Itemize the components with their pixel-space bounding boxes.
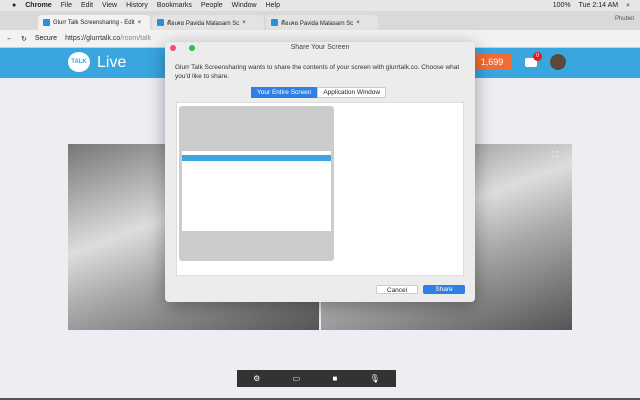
- menu-edit[interactable]: Edit: [81, 2, 93, 9]
- favicon-icon: [157, 19, 164, 26]
- fullscreen-icon[interactable]: ⛶: [552, 150, 558, 160]
- clock[interactable]: Tue 2:14 AM: [579, 2, 618, 10]
- camera-icon[interactable]: ■: [333, 374, 338, 383]
- url-input[interactable]: https://glurrtalk.co/room/talk: [65, 35, 151, 42]
- url-host: https://glurrtalk.co: [65, 35, 121, 42]
- tab-bar: Glurr Talk Screensharing - Edit × คือเคย …: [0, 11, 640, 30]
- microphone-icon[interactable]: 🎙: [370, 374, 380, 383]
- logo[interactable]: TALK: [68, 52, 90, 72]
- share-screen-dialog: Share Your Screen Glurr Talk Screenshari…: [165, 42, 475, 302]
- favicon-icon: [43, 19, 50, 26]
- screen-list: [176, 102, 464, 276]
- secure-label: Secure: [34, 35, 58, 42]
- cancel-button[interactable]: Cancel: [376, 285, 418, 294]
- close-icon[interactable]: ×: [138, 20, 142, 26]
- tab-label: Glurr Talk Screensharing - Edit: [53, 19, 135, 26]
- close-icon[interactable]: ×: [356, 20, 360, 26]
- tab-entire-screen[interactable]: Your Entire Screen: [251, 87, 318, 98]
- notification-badge: 0: [533, 52, 542, 61]
- screen-share-icon[interactable]: ▭: [293, 374, 301, 383]
- coins-badge[interactable]: 1,699: [472, 54, 512, 70]
- reload-icon[interactable]: ↻: [21, 35, 27, 43]
- menu-file[interactable]: File: [61, 2, 72, 9]
- menu-bookmarks[interactable]: Bookmarks: [157, 2, 192, 9]
- tab-label: คือเคย Pavida Malasarn Sc: [167, 20, 240, 27]
- browser-tab[interactable]: คือเคย Pavida Malasarn Sc ×: [266, 15, 378, 30]
- menu-history[interactable]: History: [126, 2, 148, 9]
- search-icon[interactable]: ⌕: [626, 2, 630, 10]
- profile-name[interactable]: Phubet: [615, 16, 634, 22]
- screen-thumbnail[interactable]: [179, 106, 334, 261]
- avatar[interactable]: [550, 54, 566, 70]
- favicon-icon: [271, 19, 278, 26]
- call-toolbar: ⚙ ▭ ■ 🎙: [237, 370, 396, 387]
- browser-tab[interactable]: คือเคย Pavida Malasarn Sc ×: [152, 15, 264, 30]
- battery-status[interactable]: 100%: [553, 2, 571, 10]
- dialog-title: Share Your Screen: [290, 44, 350, 51]
- apple-icon[interactable]: ●: [12, 2, 16, 9]
- mac-menu-bar: ● Chrome File Edit View History Bookmark…: [0, 0, 640, 11]
- gear-icon[interactable]: ⚙: [253, 374, 260, 383]
- menu-view[interactable]: View: [102, 2, 117, 9]
- menu-help[interactable]: Help: [266, 2, 280, 9]
- site-title: Live: [97, 54, 127, 71]
- share-button[interactable]: Share: [423, 285, 465, 294]
- close-icon[interactable]: ×: [242, 20, 246, 26]
- menu-window[interactable]: Window: [232, 2, 257, 9]
- url-path: /room/talk: [120, 35, 152, 42]
- tab-label: คือเคย Pavida Malasarn Sc: [281, 20, 354, 27]
- browser-tab[interactable]: Glurr Talk Screensharing - Edit ×: [38, 15, 150, 30]
- menu-people[interactable]: People: [201, 2, 223, 9]
- menu-app[interactable]: Chrome: [25, 2, 51, 9]
- back-icon[interactable]: ←: [6, 35, 13, 42]
- dialog-description: Glurr Talk Screensharing wants to share …: [175, 64, 460, 80]
- tab-application-window[interactable]: Application Window: [317, 87, 387, 98]
